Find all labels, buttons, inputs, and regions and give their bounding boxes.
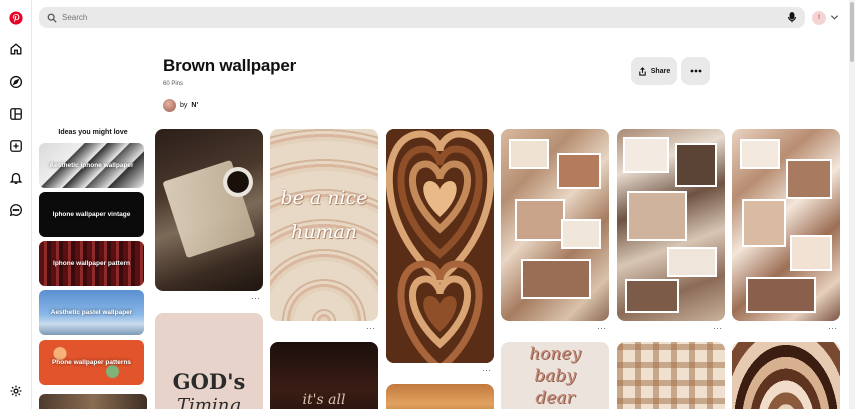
pin-text-be-a-nice: be a nice [280,187,368,209]
chat-icon[interactable] [8,202,24,218]
collage-photo [742,199,786,247]
page-scrollbar[interactable] [849,0,855,409]
collage-photo [625,279,679,313]
pin-its-all[interactable]: it's all [270,342,378,409]
collage-photo [623,137,669,173]
pin-options-icon[interactable]: ··· [713,325,723,333]
pin-count: 60 Pins [163,81,184,87]
hearts-pattern-image [386,129,494,363]
idea-label: Phone wallpaper patterns [51,359,132,366]
collage-photo [786,159,832,199]
pin-options-icon[interactable]: ··· [828,325,838,333]
collage-photo [521,259,591,299]
collage-photo [740,139,780,169]
pin-hearts-pattern[interactable] [386,129,494,363]
home-icon[interactable] [8,41,24,57]
collage-photo [557,153,601,189]
pinterest-logo-icon[interactable] [8,10,24,26]
idea-card-iphone-vintage[interactable]: Iphone wallpaper vintage [39,192,144,237]
profile-avatar[interactable]: ! [812,11,826,25]
pin-text-timing: Timing [177,395,241,409]
board-owner[interactable]: by N' [163,99,198,112]
pin-options-icon[interactable]: ··· [251,295,261,303]
gear-icon[interactable] [8,383,24,399]
pin-plaid[interactable] [617,342,725,409]
idea-label: Aesthetic iphone wallpaper [49,162,134,169]
collage-photo [746,277,816,313]
microphone-icon[interactable] [787,12,797,23]
collage-photo [627,191,687,241]
share-icon [639,66,646,76]
owner-by-label: by [180,102,188,109]
idea-card-partial[interactable] [39,394,147,409]
ellipsis-icon [690,69,701,73]
pin-book-coffee[interactable] [155,129,263,291]
pin-text-dear: dear [535,388,575,408]
collage-photo [515,199,565,241]
collage-photo [561,219,601,249]
idea-card-iphone-pattern[interactable]: Iphone wallpaper pattern [39,241,144,286]
left-nav-rail [0,0,32,409]
pin-honey-baby-dear[interactable]: honey baby dear [501,342,609,409]
owner-avatar[interactable] [163,99,176,112]
more-options-button[interactable] [681,57,710,85]
pin-collage-1[interactable] [501,129,609,321]
pin-text-human: human [290,221,358,243]
pin-text-baby: baby [534,366,576,386]
idea-card-aesthetic-iphone[interactable]: Aesthetic iphone wallpaper [39,143,144,188]
idea-card-phone-patterns[interactable]: Phone wallpaper patterns [39,340,144,385]
pin-rainbow-be-nice[interactable]: be a nice human [270,129,378,321]
pin-text-its-all: it's all [302,392,346,408]
compass-icon[interactable] [8,74,24,90]
coffee-cup-image [223,167,253,197]
share-label: Share [650,67,671,75]
chevron-down-icon[interactable] [830,14,839,21]
share-button[interactable]: Share [631,57,677,85]
idea-card-aesthetic-pastel[interactable]: Aesthetic pastel wallpaper [39,290,144,335]
pin-options-icon[interactable]: ··· [482,367,492,375]
dashboard-icon[interactable] [8,106,24,122]
collage-photo [790,235,832,271]
pin-options-icon[interactable]: ··· [597,325,607,333]
collage-photo [509,139,549,169]
scrollbar-thumb[interactable] [850,2,854,62]
pin-text-gods: GOD's [172,369,246,394]
pin-caramel[interactable] [386,384,494,409]
collage-photo [675,143,717,187]
pin-collage-2[interactable] [617,129,725,321]
search-input[interactable]: Search [62,13,787,22]
ideas-heading: Ideas you might love [58,129,128,136]
pinterest-app: Search ! Brown wallpaper 60 Pins by N' S… [0,0,855,409]
search-bar[interactable]: Search [39,7,805,28]
owner-name[interactable]: N' [191,102,198,109]
pin-retro-waves[interactable] [732,342,840,409]
idea-label: Aesthetic pastel wallpaper [50,309,133,316]
plus-square-icon[interactable] [8,138,24,154]
pin-gods-timing[interactable]: GOD's Timing [155,313,263,409]
collage-photo [667,247,717,277]
pin-options-icon[interactable]: ··· [366,325,376,333]
bell-icon[interactable] [8,170,24,186]
pin-collage-3[interactable] [732,129,840,321]
idea-label: Iphone wallpaper vintage [52,211,131,218]
pin-text-honey: honey [529,344,581,364]
search-icon [47,13,57,23]
idea-label: Iphone wallpaper pattern [53,260,130,267]
board-title: Brown wallpaper [163,56,297,75]
